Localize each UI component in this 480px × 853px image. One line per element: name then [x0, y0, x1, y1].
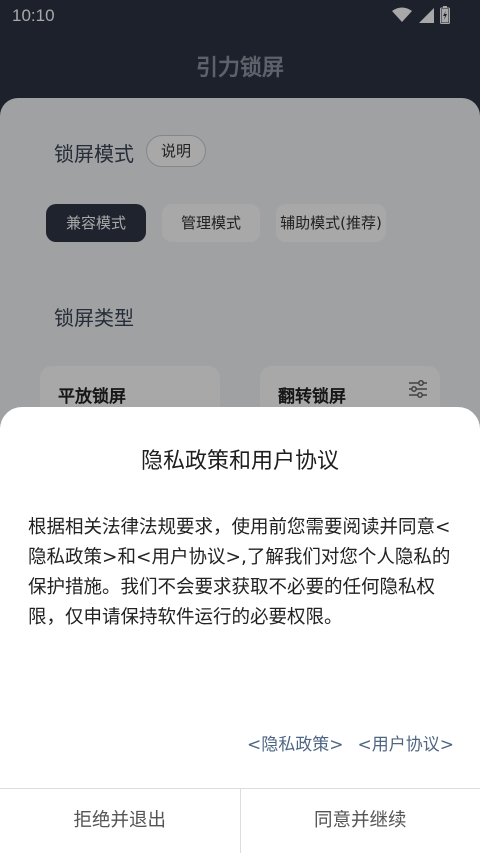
- dialog-body: 根据相关法律法规要求，使用前您需要阅读并同意<隐私政策>和<用户协议>,了解我们…: [28, 517, 451, 628]
- reject-exit-button[interactable]: 拒绝并退出: [0, 789, 241, 853]
- dialog-links: <隐私政策> <用户协议>: [247, 730, 454, 755]
- dialog-footer: 拒绝并退出 同意并继续: [0, 788, 480, 853]
- privacy-policy-link[interactable]: <隐私政策>: [247, 730, 344, 755]
- dialog-title: 隐私政策和用户协议: [140, 449, 339, 474]
- agree-continue-button[interactable]: 同意并继续: [241, 789, 480, 853]
- privacy-dialog: 隐私政策和用户协议 根据相关法律法规要求，使用前您需要阅读并同意<隐私政策>和<…: [0, 407, 480, 853]
- user-agreement-link[interactable]: <用户协议>: [358, 730, 455, 755]
